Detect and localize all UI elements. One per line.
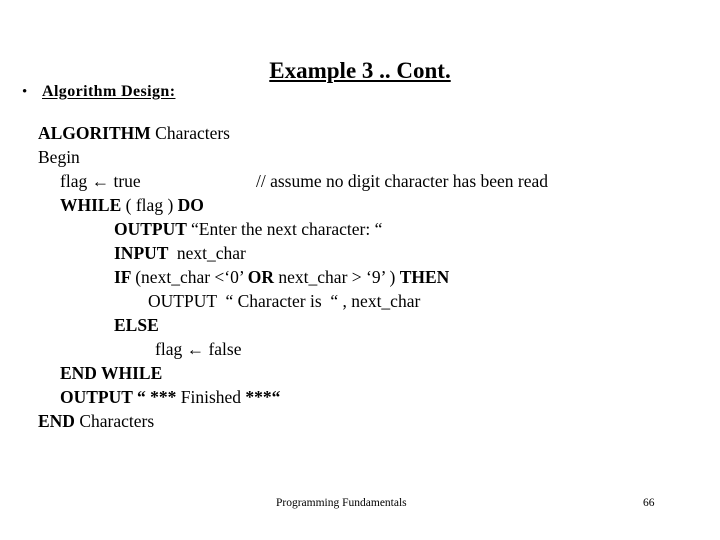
pseudocode-line: END WHILE (38, 361, 698, 385)
pseudocode-line: flag ← true // assume no digit character … (38, 169, 698, 193)
pseudocode-line: ELSE (38, 313, 698, 337)
pseudocode-token: INPUT (114, 243, 173, 263)
pseudocode-token: THEN (399, 267, 450, 287)
pseudocode-line: END Characters (38, 409, 698, 433)
pseudocode-line: flag ← false (38, 337, 698, 361)
pseudocode-token: OUTPUT “ Character is “ , next_char (148, 291, 421, 311)
pseudocode-line: Begin (38, 145, 698, 169)
pseudocode-token: Characters (79, 411, 155, 431)
pseudocode-line: OUTPUT “ *** Finished ***“ (38, 385, 698, 409)
algorithm-design-label: Algorithm Design: (42, 83, 176, 100)
pseudocode-token: END (38, 411, 80, 431)
pseudocode-line: INPUT next_char (38, 241, 698, 265)
pseudocode-line: OUTPUT “ Character is “ , next_char (38, 289, 698, 313)
pseudocode-token: Finished (180, 387, 242, 407)
pseudocode-token: ***“ (241, 387, 281, 407)
pseudocode-token: ELSE (114, 315, 159, 335)
pseudocode-line: OUTPUT “Enter the next character: “ (38, 217, 698, 241)
footer-course-name: Programming Fundamentals (276, 497, 407, 509)
slide-title: Example 3 .. Cont. (180, 58, 540, 84)
pseudocode-comment: // assume no digit character has been re… (256, 171, 549, 191)
bullet-dot-icon: • (22, 84, 28, 100)
pseudocode-line: WHILE ( flag ) DO (38, 193, 698, 217)
pseudocode-line: ALGORITHM Characters (38, 121, 698, 145)
pseudocode-token: (next_char <‘0’ (135, 267, 248, 287)
pseudocode-token: WHILE (60, 195, 126, 215)
slide-title-text: Example 3 .. Cont. (269, 58, 451, 83)
pseudocode-token: Characters (155, 123, 230, 143)
footer-page-number: 66 (643, 497, 655, 509)
pseudocode-token: ( flag ) (125, 195, 174, 215)
pseudocode-token: next_char (172, 243, 246, 263)
pseudocode-token: flag ← false (155, 339, 242, 359)
pseudocode-token: Begin (38, 147, 80, 167)
pseudocode-token: ALGORITHM (38, 123, 156, 143)
pseudocode-token: END WHILE (60, 363, 163, 383)
pseudocode-token: OUTPUT (114, 219, 191, 239)
pseudocode-token: flag ← true (60, 171, 141, 191)
pseudocode-line: IF (next_char <‘0’ OR next_char > ‘9’ ) … (38, 265, 698, 289)
slide-canvas: Example 3 .. Cont. • Algorithm Design: A… (0, 0, 720, 540)
pseudocode-token: OR (247, 267, 275, 287)
pseudocode-token: “Enter the next character: “ (190, 219, 383, 239)
algorithm-design-heading: • Algorithm Design: (22, 82, 175, 102)
pseudocode-token: next_char > ‘9’ ) (274, 267, 400, 287)
pseudocode-block: ALGORITHM Characters Begin flag ← true// a… (38, 121, 698, 433)
pseudocode-token: OUTPUT “ *** (60, 387, 181, 407)
pseudocode-token: DO (173, 195, 204, 215)
pseudocode-token: IF (114, 267, 136, 287)
